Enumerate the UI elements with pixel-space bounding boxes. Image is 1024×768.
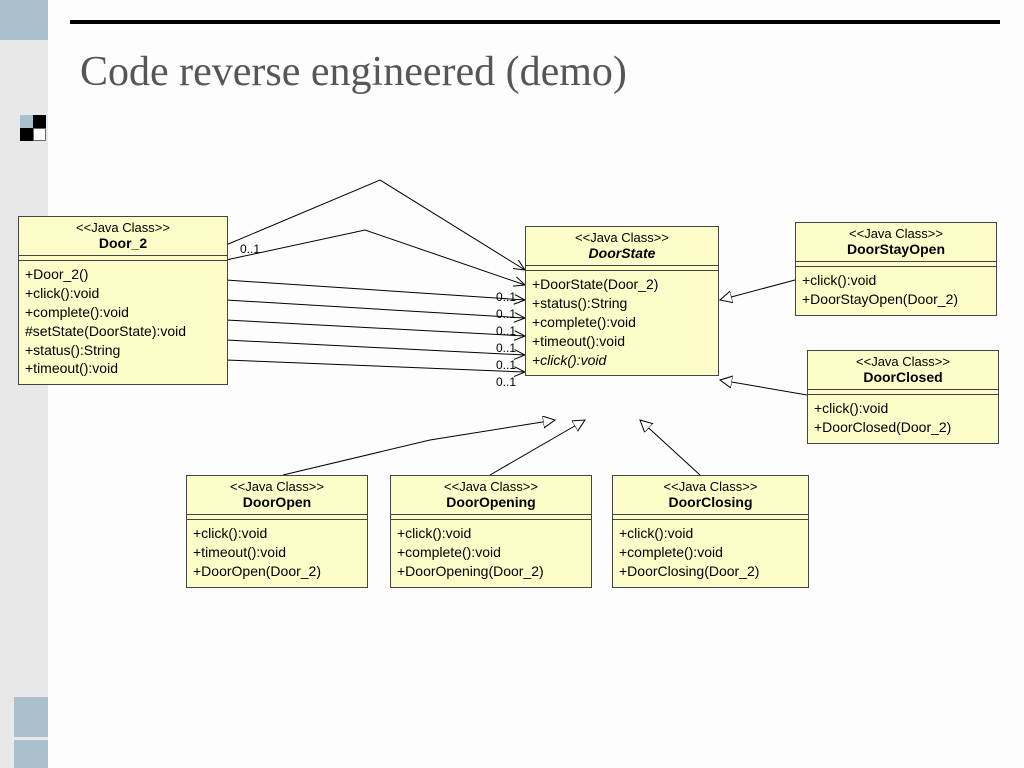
op: #setState(DoorState):void (25, 322, 221, 341)
op: +complete():void (619, 543, 802, 562)
op: +click():void (397, 524, 585, 543)
multiplicity-label: 0..1 (496, 358, 516, 372)
class-dooropen: <<Java Class>> DoorOpen +click():void +t… (186, 475, 368, 588)
op: +click():void (532, 351, 712, 370)
slide-title: Code reverse engineered (demo) (80, 48, 627, 96)
stereotype: <<Java Class>> (191, 479, 363, 494)
multiplicity-label: 0..1 (496, 341, 516, 355)
op: +status():String (25, 341, 221, 360)
class-name: DoorClosing (617, 494, 804, 510)
decor-block (14, 697, 48, 737)
class-doorclosing: <<Java Class>> DoorClosing +click():void… (612, 475, 809, 588)
op: +click():void (25, 284, 221, 303)
op: +click():void (802, 271, 990, 290)
multiplicity-label: 0..1 (496, 307, 516, 321)
class-name: DoorStayOpen (800, 241, 992, 257)
class-door2: <<Java Class>> Door_2 +Door_2() +click()… (18, 216, 228, 385)
op: +click():void (619, 524, 802, 543)
stereotype: <<Java Class>> (800, 226, 992, 241)
title-rule (70, 20, 1000, 24)
stereotype: <<Java Class>> (395, 479, 587, 494)
multiplicity-label: 0..1 (496, 375, 516, 389)
op: +complete():void (532, 313, 712, 332)
class-dooropening: <<Java Class>> DoorOpening +click():void… (390, 475, 592, 588)
op: +complete():void (25, 303, 221, 322)
stereotype: <<Java Class>> (617, 479, 804, 494)
op: +DoorState(Door_2) (532, 275, 712, 294)
class-doorclosed: <<Java Class>> DoorClosed +click():void … (807, 350, 999, 444)
op: +DoorClosing(Door_2) (619, 562, 802, 581)
class-name: DoorState (530, 245, 714, 261)
decor-block (14, 740, 48, 768)
op: +complete():void (397, 543, 585, 562)
class-doorstayopen: <<Java Class>> DoorStayOpen +click():voi… (795, 222, 997, 316)
bullet-icon (20, 115, 48, 143)
multiplicity-label: 0..1 (240, 242, 260, 256)
class-name: Door_2 (23, 235, 223, 251)
class-name: DoorClosed (812, 369, 994, 385)
class-name: DoorOpen (191, 494, 363, 510)
op: +DoorOpen(Door_2) (193, 562, 361, 581)
multiplicity-label: 0..1 (496, 290, 516, 304)
op: +timeout():void (193, 543, 361, 562)
op: +click():void (814, 399, 992, 418)
class-name: DoorOpening (395, 494, 587, 510)
decor-block (0, 0, 48, 40)
op: +status():String (532, 294, 712, 313)
op: +Door_2() (25, 265, 221, 284)
op: +DoorOpening(Door_2) (397, 562, 585, 581)
stereotype: <<Java Class>> (23, 220, 223, 235)
stereotype: <<Java Class>> (530, 230, 714, 245)
op: +click():void (193, 524, 361, 543)
op: +DoorStayOpen(Door_2) (802, 290, 990, 309)
op: +DoorClosed(Door_2) (814, 418, 992, 437)
class-doorstate: <<Java Class>> DoorState +DoorState(Door… (525, 226, 719, 376)
multiplicity-label: 0..1 (496, 324, 516, 338)
op: +timeout():void (25, 359, 221, 378)
op: +timeout():void (532, 332, 712, 351)
stereotype: <<Java Class>> (812, 354, 994, 369)
